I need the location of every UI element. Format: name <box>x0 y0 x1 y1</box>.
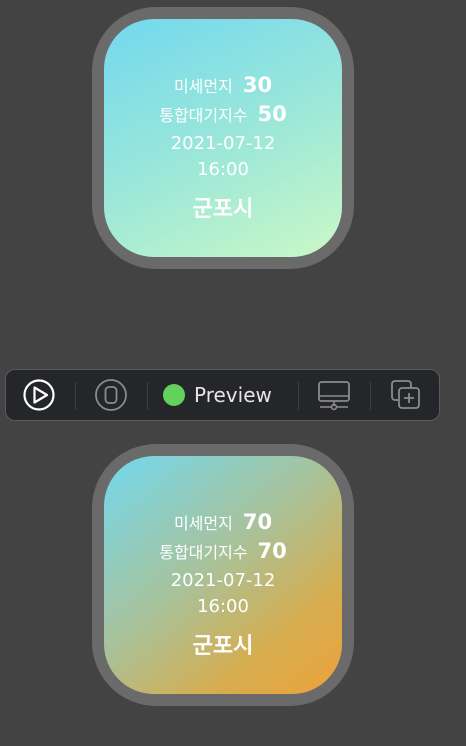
pm10-label: 미세먼지 <box>173 514 233 533</box>
watch-screen: 미세먼지 30 통합대기지수 50 2021-07-12 16:00 군포시 <box>104 19 342 257</box>
device-settings-button[interactable] <box>94 378 128 412</box>
play-circle-icon <box>23 379 55 411</box>
watch-device-icon <box>95 379 127 411</box>
aqi-label: 통합대기지수 <box>159 106 248 125</box>
watch-screen: 미세먼지 70 통합대기지수 70 2021-07-12 16:00 군포시 <box>104 456 342 694</box>
preview-label: Preview <box>194 383 272 407</box>
pm10-row: 미세먼지 70 <box>104 510 342 534</box>
pm10-row: 미세먼지 30 <box>104 73 342 97</box>
pm10-value: 70 <box>242 510 273 534</box>
toolbar-divider <box>75 382 76 410</box>
city-name: 군포시 <box>192 197 254 222</box>
display-icon <box>318 381 350 411</box>
time-text: 16:00 <box>197 159 249 180</box>
aqi-label: 통합대기지수 <box>159 543 248 562</box>
city-name: 군포시 <box>192 634 254 659</box>
pm10-value: 30 <box>242 73 273 97</box>
toolbar-divider <box>147 382 148 410</box>
duplicate-preview-button[interactable] <box>388 378 424 412</box>
aqi-row: 통합대기지수 70 <box>104 539 342 563</box>
duplicate-icon <box>391 380 420 409</box>
pm10-label: 미세먼지 <box>173 77 233 96</box>
status-dot-icon <box>163 384 185 406</box>
display-settings-button[interactable] <box>316 378 352 412</box>
toolbar-divider <box>370 382 371 410</box>
time-text: 16:00 <box>197 596 249 617</box>
preview-toolbar: Preview <box>5 369 440 421</box>
aqi-value: 50 <box>257 102 287 126</box>
toolbar-divider <box>298 382 299 410</box>
aqi-value: 70 <box>257 539 287 563</box>
live-preview-button[interactable] <box>22 378 56 412</box>
watch-preview-top: 미세먼지 30 통합대기지수 50 2021-07-12 16:00 군포시 <box>92 7 354 269</box>
date-text: 2021-07-12 <box>170 570 276 591</box>
watch-preview-bottom: 미세먼지 70 통합대기지수 70 2021-07-12 16:00 군포시 <box>92 444 354 706</box>
aqi-row: 통합대기지수 50 <box>104 102 342 126</box>
date-text: 2021-07-12 <box>170 133 276 154</box>
preview-status[interactable]: Preview <box>163 378 291 412</box>
